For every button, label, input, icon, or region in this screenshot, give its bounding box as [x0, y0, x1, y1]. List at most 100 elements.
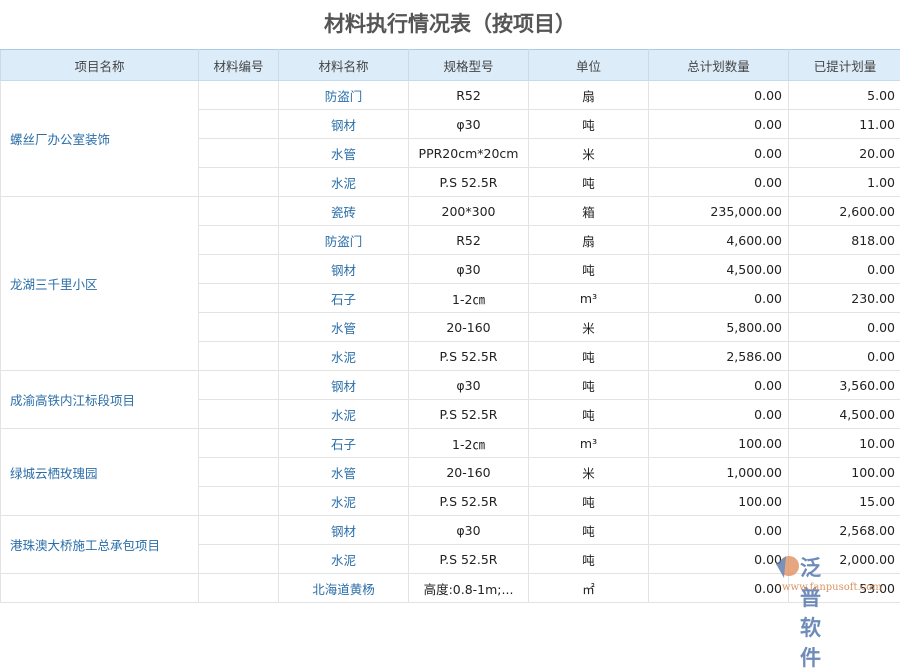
spec-cell: 高度:0.8-1m;...	[409, 574, 529, 603]
watermark-url: www.fanpusoft.com	[782, 582, 882, 593]
total-planned-cell: 4,500.00	[649, 255, 789, 284]
unit-cell: 吨	[529, 371, 649, 400]
column-header[interactable]: 规格型号	[409, 50, 529, 81]
material-name-cell[interactable]: 水泥	[279, 168, 409, 197]
unit-cell: 吨	[529, 110, 649, 139]
spec-cell: P.S 52.5R	[409, 487, 529, 516]
unit-cell: ㎡	[529, 574, 649, 603]
table-row[interactable]: 螺丝厂办公室装饰防盗门R52扇0.005.00	[1, 81, 900, 110]
material-code-cell	[199, 110, 279, 139]
submitted-planned-cell: 20.00	[789, 139, 900, 168]
unit-cell: 米	[529, 458, 649, 487]
page-title: 材料执行情况表（按项目）	[0, 0, 900, 49]
column-header[interactable]: 材料名称	[279, 50, 409, 81]
material-code-cell	[199, 429, 279, 458]
material-code-cell	[199, 545, 279, 574]
material-code-cell	[199, 255, 279, 284]
material-code-cell	[199, 458, 279, 487]
spec-cell: P.S 52.5R	[409, 342, 529, 371]
total-planned-cell: 0.00	[649, 81, 789, 110]
project-name-cell[interactable]: 港珠澳大桥施工总承包项目	[1, 516, 199, 574]
spec-cell: 200*300	[409, 197, 529, 226]
spec-cell: R52	[409, 81, 529, 110]
material-code-cell	[199, 487, 279, 516]
total-planned-cell: 1,000.00	[649, 458, 789, 487]
material-code-cell	[199, 139, 279, 168]
column-header[interactable]: 已提计划量	[789, 50, 900, 81]
material-name-cell[interactable]: 钢材	[279, 110, 409, 139]
logo-icon	[772, 552, 802, 582]
spec-cell: φ30	[409, 371, 529, 400]
project-name-cell[interactable]	[1, 574, 199, 603]
project-name-cell[interactable]: 螺丝厂办公室装饰	[1, 81, 199, 197]
material-name-cell[interactable]: 防盗门	[279, 81, 409, 110]
spec-cell: R52	[409, 226, 529, 255]
unit-cell: 米	[529, 313, 649, 342]
submitted-planned-cell: 5.00	[789, 81, 900, 110]
total-planned-cell: 0.00	[649, 371, 789, 400]
spec-cell: 1-2㎝	[409, 429, 529, 458]
material-name-cell[interactable]: 石子	[279, 284, 409, 313]
unit-cell: 吨	[529, 545, 649, 574]
column-header[interactable]: 单位	[529, 50, 649, 81]
table-row[interactable]: 绿城云栖玫瑰园石子1-2㎝m³100.0010.00	[1, 429, 900, 458]
table-row[interactable]: 港珠澳大桥施工总承包项目钢材φ30吨0.002,568.00	[1, 516, 900, 545]
material-code-cell	[199, 197, 279, 226]
material-name-cell[interactable]: 瓷砖	[279, 197, 409, 226]
total-planned-cell: 4,600.00	[649, 226, 789, 255]
submitted-planned-cell: 15.00	[789, 487, 900, 516]
total-planned-cell: 0.00	[649, 110, 789, 139]
unit-cell: m³	[529, 429, 649, 458]
column-header[interactable]: 总计划数量	[649, 50, 789, 81]
material-name-cell[interactable]: 钢材	[279, 255, 409, 284]
submitted-planned-cell: 100.00	[789, 458, 900, 487]
unit-cell: 吨	[529, 255, 649, 284]
material-name-cell[interactable]: 钢材	[279, 371, 409, 400]
total-planned-cell: 100.00	[649, 429, 789, 458]
watermark-logo: 泛普软件 www.fanpusoft.com	[772, 552, 802, 586]
column-header[interactable]: 项目名称	[1, 50, 199, 81]
spec-cell: φ30	[409, 255, 529, 284]
table-row[interactable]: 成渝高铁内江标段项目钢材φ30吨0.003,560.00	[1, 371, 900, 400]
submitted-planned-cell: 818.00	[789, 226, 900, 255]
unit-cell: 吨	[529, 400, 649, 429]
spec-cell: 20-160	[409, 458, 529, 487]
watermark-brand: 泛普软件	[800, 552, 822, 672]
unit-cell: 吨	[529, 342, 649, 371]
submitted-planned-cell: 10.00	[789, 429, 900, 458]
material-name-cell[interactable]: 水泥	[279, 342, 409, 371]
material-name-cell[interactable]: 石子	[279, 429, 409, 458]
material-name-cell[interactable]: 水管	[279, 139, 409, 168]
unit-cell: 扇	[529, 81, 649, 110]
material-name-cell[interactable]: 水泥	[279, 545, 409, 574]
table-row[interactable]: 龙湖三千里小区瓷砖200*300箱235,000.002,600.00	[1, 197, 900, 226]
spec-cell: P.S 52.5R	[409, 545, 529, 574]
spec-cell: 20-160	[409, 313, 529, 342]
material-code-cell	[199, 574, 279, 603]
material-name-cell[interactable]: 钢材	[279, 516, 409, 545]
total-planned-cell: 0.00	[649, 284, 789, 313]
total-planned-cell: 5,800.00	[649, 313, 789, 342]
submitted-planned-cell: 0.00	[789, 313, 900, 342]
table-row[interactable]: 北海道黄杨高度:0.8-1m;...㎡0.0053.00	[1, 574, 900, 603]
unit-cell: 吨	[529, 487, 649, 516]
material-name-cell[interactable]: 水管	[279, 313, 409, 342]
project-name-cell[interactable]: 成渝高铁内江标段项目	[1, 371, 199, 429]
material-name-cell[interactable]: 防盗门	[279, 226, 409, 255]
material-code-cell	[199, 400, 279, 429]
total-planned-cell: 0.00	[649, 574, 789, 603]
project-name-cell[interactable]: 绿城云栖玫瑰园	[1, 429, 199, 516]
project-name-cell[interactable]: 龙湖三千里小区	[1, 197, 199, 371]
material-name-cell[interactable]: 水泥	[279, 400, 409, 429]
material-name-cell[interactable]: 北海道黄杨	[279, 574, 409, 603]
material-code-cell	[199, 313, 279, 342]
material-name-cell[interactable]: 水管	[279, 458, 409, 487]
spec-cell: PPR20cm*20cm	[409, 139, 529, 168]
material-name-cell[interactable]: 水泥	[279, 487, 409, 516]
submitted-planned-cell: 1.00	[789, 168, 900, 197]
column-header[interactable]: 材料编号	[199, 50, 279, 81]
total-planned-cell: 2,586.00	[649, 342, 789, 371]
spec-cell: φ30	[409, 110, 529, 139]
material-code-cell	[199, 284, 279, 313]
material-code-cell	[199, 342, 279, 371]
